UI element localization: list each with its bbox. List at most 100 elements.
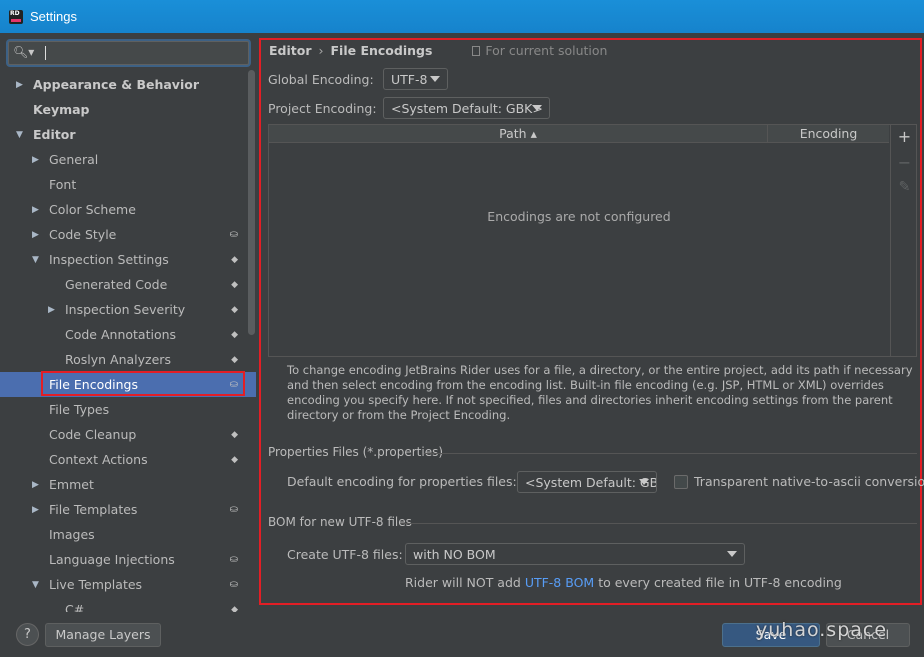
expand-right-icon[interactable]: ▶ [32,480,42,490]
column-header-path[interactable]: Path ▴ [269,125,768,143]
tree-item-appearance-behavior[interactable]: ▶ Appearance & Behavior [0,72,256,97]
properties-section-title: Properties Files (*.properties) [268,445,444,459]
document-icon [472,45,481,56]
tree-item-general[interactable]: ▶ General [0,147,256,172]
tree-item-inspection-severity[interactable]: ▶ Inspection Severity ◆ [0,297,256,322]
tree-item-roslyn-analyzers[interactable]: Roslyn Analyzers ◆ [0,347,256,372]
tree-item-code-annotations[interactable]: Code Annotations ◆ [0,322,256,347]
transparent-conversion-label[interactable]: Transparent native-to-ascii conversion [694,474,924,489]
expand-down-icon[interactable]: ▼ [32,255,42,265]
tree-item-label: Color Scheme [49,202,136,217]
settings-tree: ▶ Appearance & Behavior Keymap ▼ Editor ▶ Gene… [0,70,256,612]
project-encoding-label: Project Encoding: [268,101,377,116]
project-encoding-row: Project Encoding: [268,101,377,116]
tree-item-inspection-settings[interactable]: ▼ Inspection Settings ◆ [0,247,256,272]
breadcrumb-parent[interactable]: Editor [269,43,312,58]
tree-item-label: Images [49,527,95,542]
transparent-conversion-row: Transparent native-to-ascii conversion [694,474,924,489]
expand-right-icon[interactable]: ▶ [48,305,58,315]
project-scope-icon: ⛀ [229,554,238,565]
empty-state-text: Encodings are not configured [487,209,671,224]
expand-down-icon[interactable]: ▼ [32,580,42,590]
properties-encoding-row: Default encoding for properties files: [287,474,517,489]
tree-item-keymap[interactable]: Keymap [0,97,256,122]
app-icon-text: RD [10,9,20,17]
sidebar-scrollbar[interactable] [248,70,255,335]
scope-indicator: For current solution [472,43,607,58]
tree-item-emmet[interactable]: ▶ Emmet [0,472,256,497]
tree-item-label: Generated Code [65,277,168,292]
table-header: Path ▴ Encoding [269,125,889,143]
project-scope-icon: ⛀ [229,229,238,240]
layers-icon: ◆ [231,254,238,265]
selection-highlight-box [41,371,245,396]
tree-item-label: Editor [33,127,76,142]
expand-right-icon[interactable]: ▶ [16,80,26,90]
tree-item-label: Emmet [49,477,94,492]
bom-note-prefix: Rider will NOT add [405,575,525,590]
tree-item-images[interactable]: Images [0,522,256,547]
transparent-conversion-checkbox[interactable] [674,475,688,489]
rider-app-icon: RD [9,9,23,24]
layers-icon: ◆ [231,329,238,340]
tree-item-context-actions[interactable]: Context Actions ◆ [0,447,256,472]
tree-item-label: Appearance & Behavior [33,77,199,92]
create-utf8-select[interactable]: with NO BOM [405,543,745,565]
tree-item-c[interactable]: C# ◆ [0,597,256,612]
tree-item-font[interactable]: Font [0,172,256,197]
tree-item-color-scheme[interactable]: ▶ Color Scheme [0,197,256,222]
project-scope-icon: ⛀ [229,579,238,590]
expand-right-icon[interactable]: ▶ [32,155,42,165]
tree-item-language-injections[interactable]: Language Injections ⛀ [0,547,256,572]
help-button[interactable]: ? [16,623,39,646]
bom-section-title: BOM for new UTF-8 files [268,515,412,529]
title-bar: RD Settings [0,0,924,33]
tree-item-editor[interactable]: ▼ Editor [0,122,256,147]
tree-item-label: File Templates [49,502,138,517]
tree-item-label: Language Injections [49,552,175,567]
global-encoding-row: Global Encoding: [268,72,374,87]
chevron-down-icon [430,76,440,82]
tree-item-label: General [49,152,99,167]
bom-note-suffix: to every created file in UTF-8 encoding [594,575,842,590]
expand-right-icon[interactable]: ▶ [32,230,42,240]
utf8-bom-link[interactable]: UTF-8 BOM [525,575,594,590]
breadcrumb: Editor › File Encodings For current solu… [269,43,607,58]
manage-layers-button[interactable]: Manage Layers [45,623,161,647]
remove-icon[interactable]: − [891,153,918,172]
search-icon[interactable]: 🔍︎▾ [13,45,34,59]
chevron-down-icon [727,551,737,557]
tree-item-file-templates[interactable]: ▶ File Templates ⛀ [0,497,256,522]
global-encoding-select[interactable]: UTF-8 [383,68,448,90]
add-icon[interactable]: + [891,127,918,146]
project-encoding-value: <System Default: GBK> [391,100,543,116]
tree-item-label: Live Templates [49,577,143,592]
create-utf8-row: Create UTF-8 files: [287,547,403,562]
bom-note: Rider will NOT add UTF-8 BOM to every cr… [405,575,842,590]
layers-icon: ◆ [231,354,238,365]
project-encoding-select[interactable]: <System Default: GBK> [383,97,550,119]
tree-item-label: Code Cleanup [49,427,137,442]
tree-item-file-encodings[interactable]: File Encodings ⛀ [0,371,256,397]
layers-icon: ◆ [231,604,238,613]
expand-right-icon[interactable]: ▶ [32,205,42,215]
tree-item-code-cleanup[interactable]: Code Cleanup ◆ [0,422,256,447]
column-header-encoding[interactable]: Encoding [768,125,889,143]
dialog-footer: ? Manage Layers Save Cancel yuhao.space [0,612,924,657]
bom-note-text: Rider will NOT add UTF-8 BOM to every cr… [405,575,842,590]
project-scope-icon: ⛀ [229,504,238,515]
search-input[interactable]: 🔍︎▾ [8,41,249,65]
properties-encoding-value: <System Default: GBK> [525,474,657,490]
text-cursor [45,46,46,60]
tree-item-label: Keymap [33,102,90,117]
expand-right-icon[interactable]: ▶ [32,505,42,515]
layers-icon: ◆ [231,454,238,465]
tree-item-generated-code[interactable]: Generated Code ◆ [0,272,256,297]
properties-encoding-select[interactable]: <System Default: GBK> [517,471,657,493]
tree-item-live-templates[interactable]: ▼ Live Templates ⛀ [0,572,256,597]
tree-item-file-types[interactable]: File Types [0,397,256,422]
edit-icon[interactable]: ✎ [891,179,918,195]
table-toolbar: + − ✎ [890,125,917,356]
tree-item-code-style[interactable]: ▶ Code Style ⛀ [0,222,256,247]
expand-down-icon[interactable]: ▼ [16,130,26,140]
